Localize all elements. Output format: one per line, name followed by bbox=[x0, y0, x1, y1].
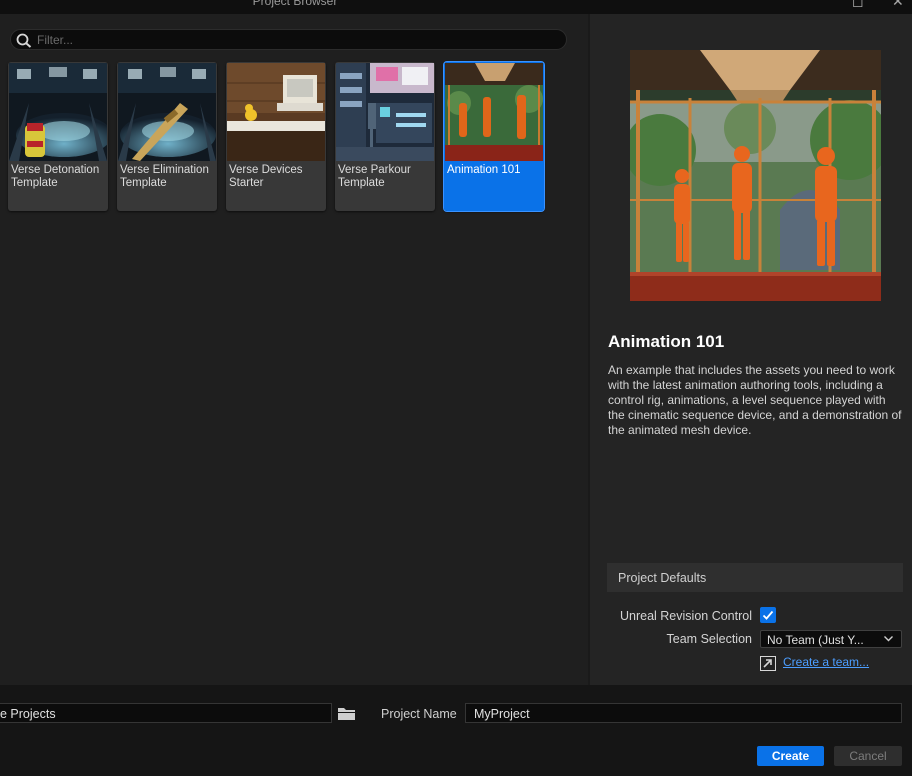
project-name-label: Project Name bbox=[381, 707, 457, 721]
details-panel: Animation 101 An example that includes t… bbox=[590, 14, 912, 685]
maximize-icon[interactable]: ◻ bbox=[852, 0, 864, 10]
bottom-bar: e Projects Project Name MyProject Create… bbox=[0, 685, 912, 776]
template-label: Verse Devices Starter bbox=[229, 164, 303, 189]
chevron-down-icon bbox=[884, 636, 893, 642]
template-title: Animation 101 bbox=[608, 332, 725, 351]
template-tile-verse-detonation[interactable]: Verse Detonation Template bbox=[8, 62, 108, 211]
checkmark-icon bbox=[762, 610, 774, 620]
create-button[interactable]: Create bbox=[757, 746, 824, 766]
template-tile-animation-101[interactable]: Animation 101 bbox=[443, 61, 545, 212]
template-tile-verse-elimination[interactable]: Verse Elimination Template bbox=[117, 62, 217, 211]
project-name-input[interactable]: MyProject bbox=[465, 703, 902, 723]
template-tile-verse-parkour[interactable]: Verse Parkour Template bbox=[335, 62, 435, 211]
project-name-value: MyProject bbox=[474, 707, 530, 721]
team-selection-label: Team Selection bbox=[666, 632, 752, 646]
create-team-link[interactable]: Create a team... bbox=[783, 655, 869, 669]
filter-input[interactable] bbox=[37, 31, 557, 48]
window-title: Project Browser bbox=[252, 0, 338, 8]
folder-icon[interactable] bbox=[338, 707, 355, 720]
template-thumbnail bbox=[445, 63, 543, 161]
close-icon[interactable]: ✕ bbox=[892, 0, 904, 10]
template-thumbnail bbox=[336, 63, 434, 161]
project-location-field[interactable]: e Projects bbox=[0, 703, 332, 723]
template-thumbnail bbox=[227, 63, 325, 161]
search-icon bbox=[16, 33, 32, 48]
external-link-icon bbox=[760, 656, 776, 671]
project-defaults-header: Project Defaults bbox=[607, 563, 903, 592]
template-label: Verse Detonation Template bbox=[11, 164, 100, 189]
template-label: Animation 101 bbox=[447, 164, 521, 176]
template-thumbnail bbox=[118, 63, 216, 161]
template-description: An example that includes the assets you … bbox=[608, 363, 902, 437]
template-preview-image bbox=[630, 50, 881, 301]
revision-control-label: Unreal Revision Control bbox=[619, 609, 752, 623]
team-selection-dropdown[interactable]: No Team (Just Y... bbox=[760, 630, 902, 648]
title-bar: Project Browser ◻ ✕ bbox=[0, 0, 912, 14]
template-label: Verse Elimination Template bbox=[120, 164, 209, 189]
template-browser: Verse Detonation Template Verse El bbox=[0, 14, 588, 685]
template-thumbnail bbox=[9, 63, 107, 161]
project-location-value: e Projects bbox=[0, 707, 56, 721]
revision-control-checkbox[interactable] bbox=[760, 607, 776, 623]
cancel-button[interactable]: Cancel bbox=[834, 746, 902, 766]
project-defaults-label: Project Defaults bbox=[618, 571, 707, 585]
template-tile-verse-devices-starter[interactable]: Verse Devices Starter bbox=[226, 62, 326, 211]
team-selection-value: No Team (Just Y... bbox=[767, 633, 864, 647]
template-label: Verse Parkour Template bbox=[338, 164, 411, 189]
filter-box[interactable] bbox=[10, 29, 567, 50]
